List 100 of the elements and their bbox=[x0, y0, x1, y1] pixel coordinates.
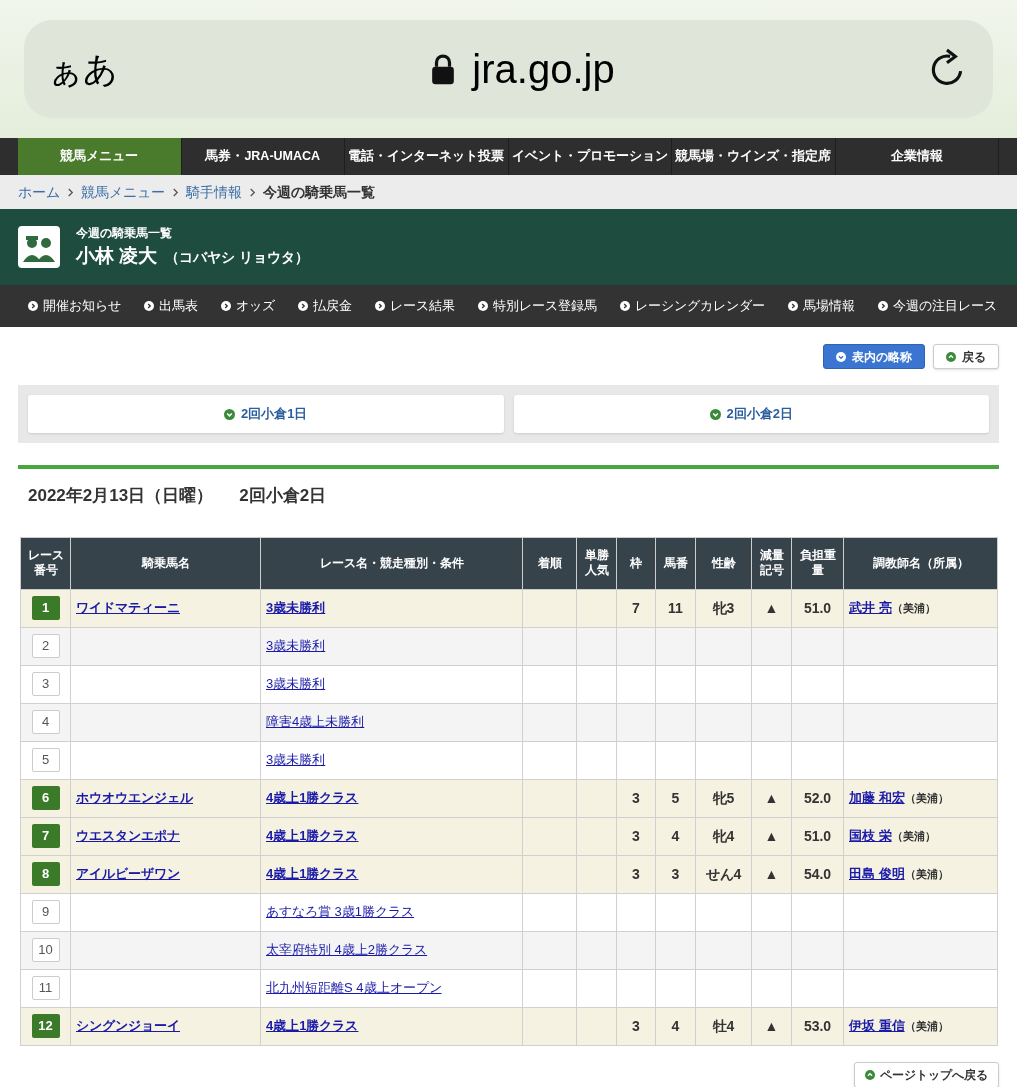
horse-number-cell bbox=[655, 893, 696, 931]
column-header: 単勝人気 bbox=[576, 537, 617, 589]
column-header: 着順 bbox=[522, 537, 577, 589]
race-number-badge[interactable]: 5 bbox=[31, 748, 60, 772]
race-number-badge[interactable]: 8 bbox=[31, 862, 60, 886]
breadcrumb-link[interactable]: 騎手情報 bbox=[186, 181, 242, 203]
race-date: 2022年2月13日（日曜） bbox=[28, 485, 214, 507]
meeting-tab[interactable]: 2回小倉1日 bbox=[28, 395, 504, 433]
sex-age-cell: 牝3 bbox=[695, 589, 752, 627]
race-number-badge[interactable]: 2 bbox=[31, 634, 60, 658]
back-button[interactable]: 戻る bbox=[933, 344, 999, 369]
race-number-badge[interactable]: 10 bbox=[31, 938, 60, 962]
race-link[interactable]: 3歳未勝利 bbox=[266, 676, 326, 692]
trainer-link[interactable]: 加藤 和宏 bbox=[849, 790, 905, 806]
weight-cell: 53.0 bbox=[791, 1007, 844, 1045]
subnav-link[interactable]: 特別レース登録馬 bbox=[478, 296, 597, 316]
page-subtitle: 今週の騎乗馬一覧 bbox=[76, 224, 173, 242]
column-header: 騎乗馬名 bbox=[70, 537, 261, 589]
subnav-link[interactable]: 出馬表 bbox=[144, 296, 198, 316]
race-link[interactable]: 4歳上1勝クラス bbox=[266, 790, 359, 806]
race-number-badge[interactable]: 12 bbox=[31, 1014, 60, 1038]
race-link[interactable]: 3歳未勝利 bbox=[266, 752, 326, 768]
subnav-link[interactable]: 今週の注目レース bbox=[878, 296, 997, 316]
trainer-affiliation: （美浦） bbox=[891, 830, 936, 843]
breadcrumb-link[interactable]: 競馬メニュー bbox=[81, 181, 165, 203]
race-number-badge[interactable]: 6 bbox=[31, 786, 60, 810]
lock-icon bbox=[430, 52, 457, 86]
sex-age-cell: 牡4 bbox=[695, 1007, 752, 1045]
subnav-link[interactable]: レーシングカレンダー bbox=[620, 296, 765, 316]
column-header: 調教師名（所属） bbox=[843, 537, 998, 589]
subnav-link[interactable]: レース結果 bbox=[375, 296, 455, 316]
trainer-link[interactable]: 田島 俊明 bbox=[849, 866, 905, 882]
race-number-badge[interactable]: 1 bbox=[31, 596, 60, 620]
weight-cell: 54.0 bbox=[791, 855, 844, 893]
sex-age-cell bbox=[695, 665, 752, 703]
sex-age-cell bbox=[695, 741, 752, 779]
horse-number-cell bbox=[655, 703, 696, 741]
abbreviation-button[interactable]: 表内の略称 bbox=[823, 344, 925, 369]
frame-cell: 7 bbox=[616, 589, 656, 627]
address-bar[interactable]: ぁあ jra.go.jp bbox=[24, 20, 993, 118]
chevron-right-icon bbox=[249, 187, 256, 197]
horse-number-cell: 4 bbox=[655, 1007, 696, 1045]
race-number-badge[interactable]: 11 bbox=[31, 976, 60, 1000]
sex-age-cell bbox=[695, 931, 752, 969]
breadcrumb-link[interactable]: ホーム bbox=[18, 181, 60, 203]
trainer-link[interactable]: 国枝 栄 bbox=[849, 828, 892, 844]
subnav-link[interactable]: 開催お知らせ bbox=[28, 296, 121, 316]
column-header: 負担重量 bbox=[791, 537, 844, 589]
weight-reduction-cell bbox=[751, 969, 792, 1007]
sex-age-cell: 牝5 bbox=[695, 779, 752, 817]
race-link[interactable]: 3歳未勝利 bbox=[266, 638, 326, 654]
chevron-right-icon bbox=[478, 301, 488, 311]
weight-reduction-cell bbox=[751, 893, 792, 931]
race-number-badge[interactable]: 4 bbox=[31, 710, 60, 734]
trainer-link[interactable]: 伊坂 重信 bbox=[849, 1018, 905, 1034]
subnav-link[interactable]: 払戻金 bbox=[298, 296, 352, 316]
text-size-button[interactable]: ぁあ bbox=[48, 43, 118, 95]
frame-cell: 3 bbox=[616, 817, 656, 855]
weight-reduction-cell bbox=[751, 665, 792, 703]
trainer-affiliation: （美浦） bbox=[891, 602, 936, 615]
chevron-right-icon bbox=[221, 301, 231, 311]
meeting-tab[interactable]: 2回小倉2日 bbox=[513, 395, 989, 433]
chevron-up-icon bbox=[865, 1069, 875, 1080]
subnav-link[interactable]: オッズ bbox=[221, 296, 275, 316]
breadcrumb-link[interactable]: 今週の騎乗馬一覧 bbox=[263, 181, 375, 203]
column-header: 減量記号 bbox=[751, 537, 792, 589]
trainer-affiliation: （美浦） bbox=[904, 792, 949, 805]
jockey-name: 小林 凌大 bbox=[76, 243, 158, 268]
column-header: 馬番 bbox=[655, 537, 696, 589]
race-link[interactable]: 4歳上1勝クラス bbox=[266, 866, 359, 882]
weight-cell: 51.0 bbox=[791, 817, 844, 855]
subnav-link[interactable]: 馬場情報 bbox=[788, 296, 855, 316]
chevron-right-icon bbox=[620, 301, 630, 311]
meeting-name: 2回小倉2日 bbox=[239, 485, 327, 507]
chevron-right-icon bbox=[298, 301, 308, 311]
horse-number-cell bbox=[655, 665, 696, 703]
frame-cell: 3 bbox=[616, 855, 656, 893]
trainer-link[interactable]: 武井 亮 bbox=[849, 600, 892, 616]
race-number-badge[interactable]: 7 bbox=[31, 824, 60, 848]
column-header: レース名・競走種別・条件 bbox=[260, 537, 523, 589]
chevron-right-icon bbox=[878, 301, 888, 311]
chevron-up-icon bbox=[946, 351, 956, 362]
page-top-button[interactable]: ページトップへ戻る bbox=[854, 1061, 999, 1087]
race-link[interactable]: 4歳上1勝クラス bbox=[266, 828, 359, 844]
race-link[interactable]: 3歳未勝利 bbox=[266, 600, 326, 616]
chevron-right-icon bbox=[28, 301, 38, 311]
horse-number-cell: 3 bbox=[655, 855, 696, 893]
weight-reduction-cell: ▲ bbox=[751, 589, 792, 627]
horse-number-cell bbox=[655, 969, 696, 1007]
sex-age-cell bbox=[695, 703, 752, 741]
chevron-right-icon bbox=[67, 187, 74, 197]
race-number-badge[interactable]: 9 bbox=[31, 900, 60, 924]
race-link[interactable]: 4歳上1勝クラス bbox=[266, 1018, 359, 1034]
frame-cell: 3 bbox=[616, 779, 656, 817]
nav-tab[interactable]: 競馬メニュー bbox=[18, 138, 182, 175]
chevron-down-icon bbox=[224, 408, 235, 420]
chevron-right-icon bbox=[788, 301, 798, 311]
race-link[interactable]: 障害4歳上未勝利 bbox=[266, 714, 365, 730]
column-header: レース番号 bbox=[20, 537, 71, 589]
race-number-badge[interactable]: 3 bbox=[31, 672, 60, 696]
